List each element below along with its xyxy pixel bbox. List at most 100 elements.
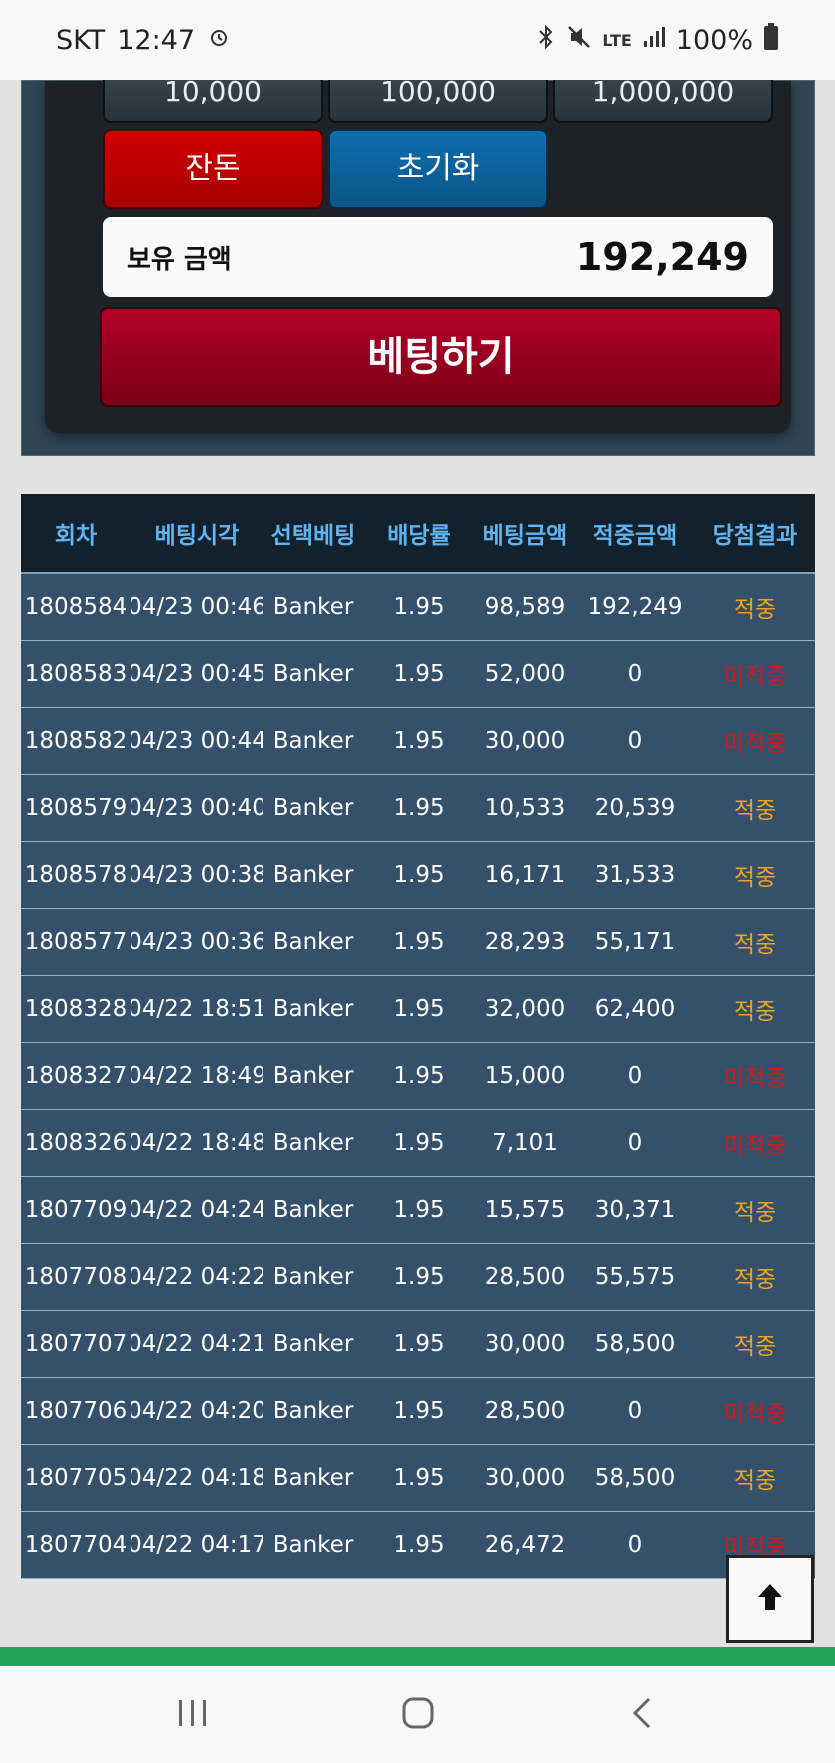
bet-time-cell: 04/22 18:48 — [131, 1130, 263, 1156]
balance-box: 보유 금액 192,249 — [103, 217, 773, 297]
back-button[interactable] — [613, 1685, 673, 1745]
round-cell: 1807704 — [24, 1532, 128, 1558]
win-amount-cell: 192,249 — [587, 594, 683, 620]
table-row: 1808577 04/23 00:36 Banker 1.95 28,293 55,171… — [21, 909, 815, 976]
bet-time-cell: 04/22 04:24 — [131, 1197, 263, 1223]
result-cell: 적중 — [733, 1267, 777, 1293]
selection-cell: Banker — [272, 1398, 354, 1424]
round-cell: 1808328 — [24, 996, 128, 1022]
odds-cell: 1.95 — [393, 929, 445, 955]
bet-time-cell: 04/22 04:21 — [131, 1331, 263, 1357]
result-cell: 미적중 — [723, 731, 787, 757]
selection-cell: Banker — [272, 1331, 354, 1357]
table-row: 1808582 04/23 00:44 Banker 1.95 30,000 0 미적중 — [21, 708, 815, 775]
recent-apps-button[interactable] — [163, 1685, 223, 1745]
bet-amount-cell: 7,101 — [492, 1130, 558, 1156]
bet-history-table: 회차 베팅시각 선택베팅 배당률 베팅금액 적중금액 당첨결과 1808584 0… — [21, 494, 815, 1579]
table-row: 1808578 04/23 00:38 Banker 1.95 16,171 31,533… — [21, 842, 815, 909]
header-bet-amount: 베팅금액 — [482, 523, 568, 549]
home-button[interactable] — [388, 1685, 448, 1745]
odds-cell: 1.95 — [393, 1532, 445, 1558]
odds-cell: 1.95 — [393, 1063, 445, 1089]
header-round: 회차 — [54, 523, 98, 549]
odds-cell: 1.95 — [393, 594, 445, 620]
header-result: 당첨결과 — [712, 523, 798, 549]
footer-strip — [0, 1647, 835, 1666]
result-cell: 적중 — [733, 1468, 777, 1494]
round-cell: 1808582 — [24, 728, 128, 754]
win-amount-cell: 55,575 — [594, 1264, 676, 1290]
table-row: 1807706 04/22 04:20 Banker 1.95 28,500 0 미적중 — [21, 1378, 815, 1445]
table-row: 1807704 04/22 04:17 Banker 1.95 26,472 0 미적중 — [21, 1512, 815, 1579]
result-cell: 적중 — [733, 798, 777, 824]
reset-button[interactable]: 초기화 — [328, 129, 548, 209]
bet-panel-inner: 10,000 100,000 1,000,000 잔돈 초기화 보유 금액 19… — [45, 57, 791, 433]
selection-cell: Banker — [272, 929, 354, 955]
recent-apps-icon — [176, 1698, 210, 1732]
selection-cell: Banker — [272, 728, 354, 754]
odds-cell: 1.95 — [393, 795, 445, 821]
bet-time-cell: 04/23 00:44 — [131, 728, 263, 754]
selection-cell: Banker — [272, 1532, 354, 1558]
win-amount-cell: 30,371 — [594, 1197, 676, 1223]
bet-time-cell: 04/23 00:38 — [131, 862, 263, 888]
round-cell: 1807706 — [24, 1398, 128, 1424]
bet-amount-cell: 28,500 — [484, 1398, 566, 1424]
round-cell: 1808584 — [24, 594, 128, 620]
bet-time-cell: 04/23 00:45 — [131, 661, 263, 687]
win-amount-cell: 0 — [627, 1398, 643, 1424]
bet-time-cell: 04/23 00:36 — [131, 929, 263, 955]
table-row: 1808327 04/22 18:49 Banker 1.95 15,000 0 미적중 — [21, 1043, 815, 1110]
result-cell: 적중 — [733, 1334, 777, 1360]
header-odds: 배당률 — [387, 523, 451, 549]
table-row: 1808579 04/23 00:40 Banker 1.95 10,533 20,539… — [21, 775, 815, 842]
bet-time-cell: 04/22 04:22 — [131, 1264, 263, 1290]
clock-time: 12:47 — [117, 24, 196, 56]
balance-label: 보유 금액 — [127, 244, 232, 275]
win-amount-cell: 62,400 — [594, 996, 676, 1022]
win-amount-cell: 0 — [627, 1063, 643, 1089]
selection-cell: Banker — [272, 661, 354, 687]
table-row: 1808328 04/22 18:51 Banker 1.95 32,000 62,400… — [21, 976, 815, 1043]
header-bet-time: 베팅시각 — [154, 523, 240, 549]
signal-icon — [642, 25, 666, 55]
mute-icon — [566, 24, 592, 56]
bet-amount-cell: 30,000 — [484, 1465, 566, 1491]
bluetooth-icon — [536, 24, 556, 56]
bet-amount-cell: 28,500 — [484, 1264, 566, 1290]
round-cell: 1808579 — [24, 795, 128, 821]
scroll-top-button[interactable] — [726, 1555, 814, 1643]
table-body: 1808584 04/23 00:46 Banker 1.95 98,589 192,24… — [21, 574, 815, 1579]
selection-cell: Banker — [272, 1197, 354, 1223]
selection-cell: Banker — [272, 594, 354, 620]
round-cell: 1807709 — [24, 1197, 128, 1223]
place-bet-button[interactable]: 베팅하기 — [100, 307, 782, 407]
bet-amount-cell: 15,000 — [484, 1063, 566, 1089]
result-cell: 적중 — [733, 865, 777, 891]
bet-amount-cell: 10,533 — [484, 795, 566, 821]
odds-cell: 1.95 — [393, 661, 445, 687]
selection-cell: Banker — [272, 795, 354, 821]
table-row: 1808583 04/23 00:45 Banker 1.95 52,000 0 미적중 — [21, 641, 815, 708]
result-cell: 미적중 — [723, 664, 787, 690]
header-win-amount: 적중금액 — [592, 523, 678, 549]
result-cell: 미적중 — [723, 1066, 787, 1092]
odds-cell: 1.95 — [393, 862, 445, 888]
odds-cell: 1.95 — [393, 1197, 445, 1223]
bet-time-cell: 04/22 04:18 — [131, 1465, 263, 1491]
round-cell: 1808578 — [24, 862, 128, 888]
selection-cell: Banker — [272, 1063, 354, 1089]
bet-panel: 10,000 100,000 1,000,000 잔돈 초기화 보유 금액 19… — [21, 57, 815, 456]
system-nav-bar — [0, 1666, 835, 1763]
win-amount-cell: 0 — [627, 1532, 643, 1558]
bet-amount-cell: 52,000 — [484, 661, 566, 687]
change-button[interactable]: 잔돈 — [103, 129, 323, 209]
table-row: 1807708 04/22 04:22 Banker 1.95 28,500 55,575… — [21, 1244, 815, 1311]
round-cell: 1807705 — [24, 1465, 128, 1491]
table-row: 1807707 04/22 04:21 Banker 1.95 30,000 58,500… — [21, 1311, 815, 1378]
header-selection: 선택베팅 — [270, 523, 356, 549]
win-amount-cell: 0 — [627, 661, 643, 687]
bet-time-cell: 04/22 04:17 — [131, 1532, 263, 1558]
result-cell: 미적중 — [723, 1133, 787, 1159]
win-amount-cell: 55,171 — [594, 929, 676, 955]
